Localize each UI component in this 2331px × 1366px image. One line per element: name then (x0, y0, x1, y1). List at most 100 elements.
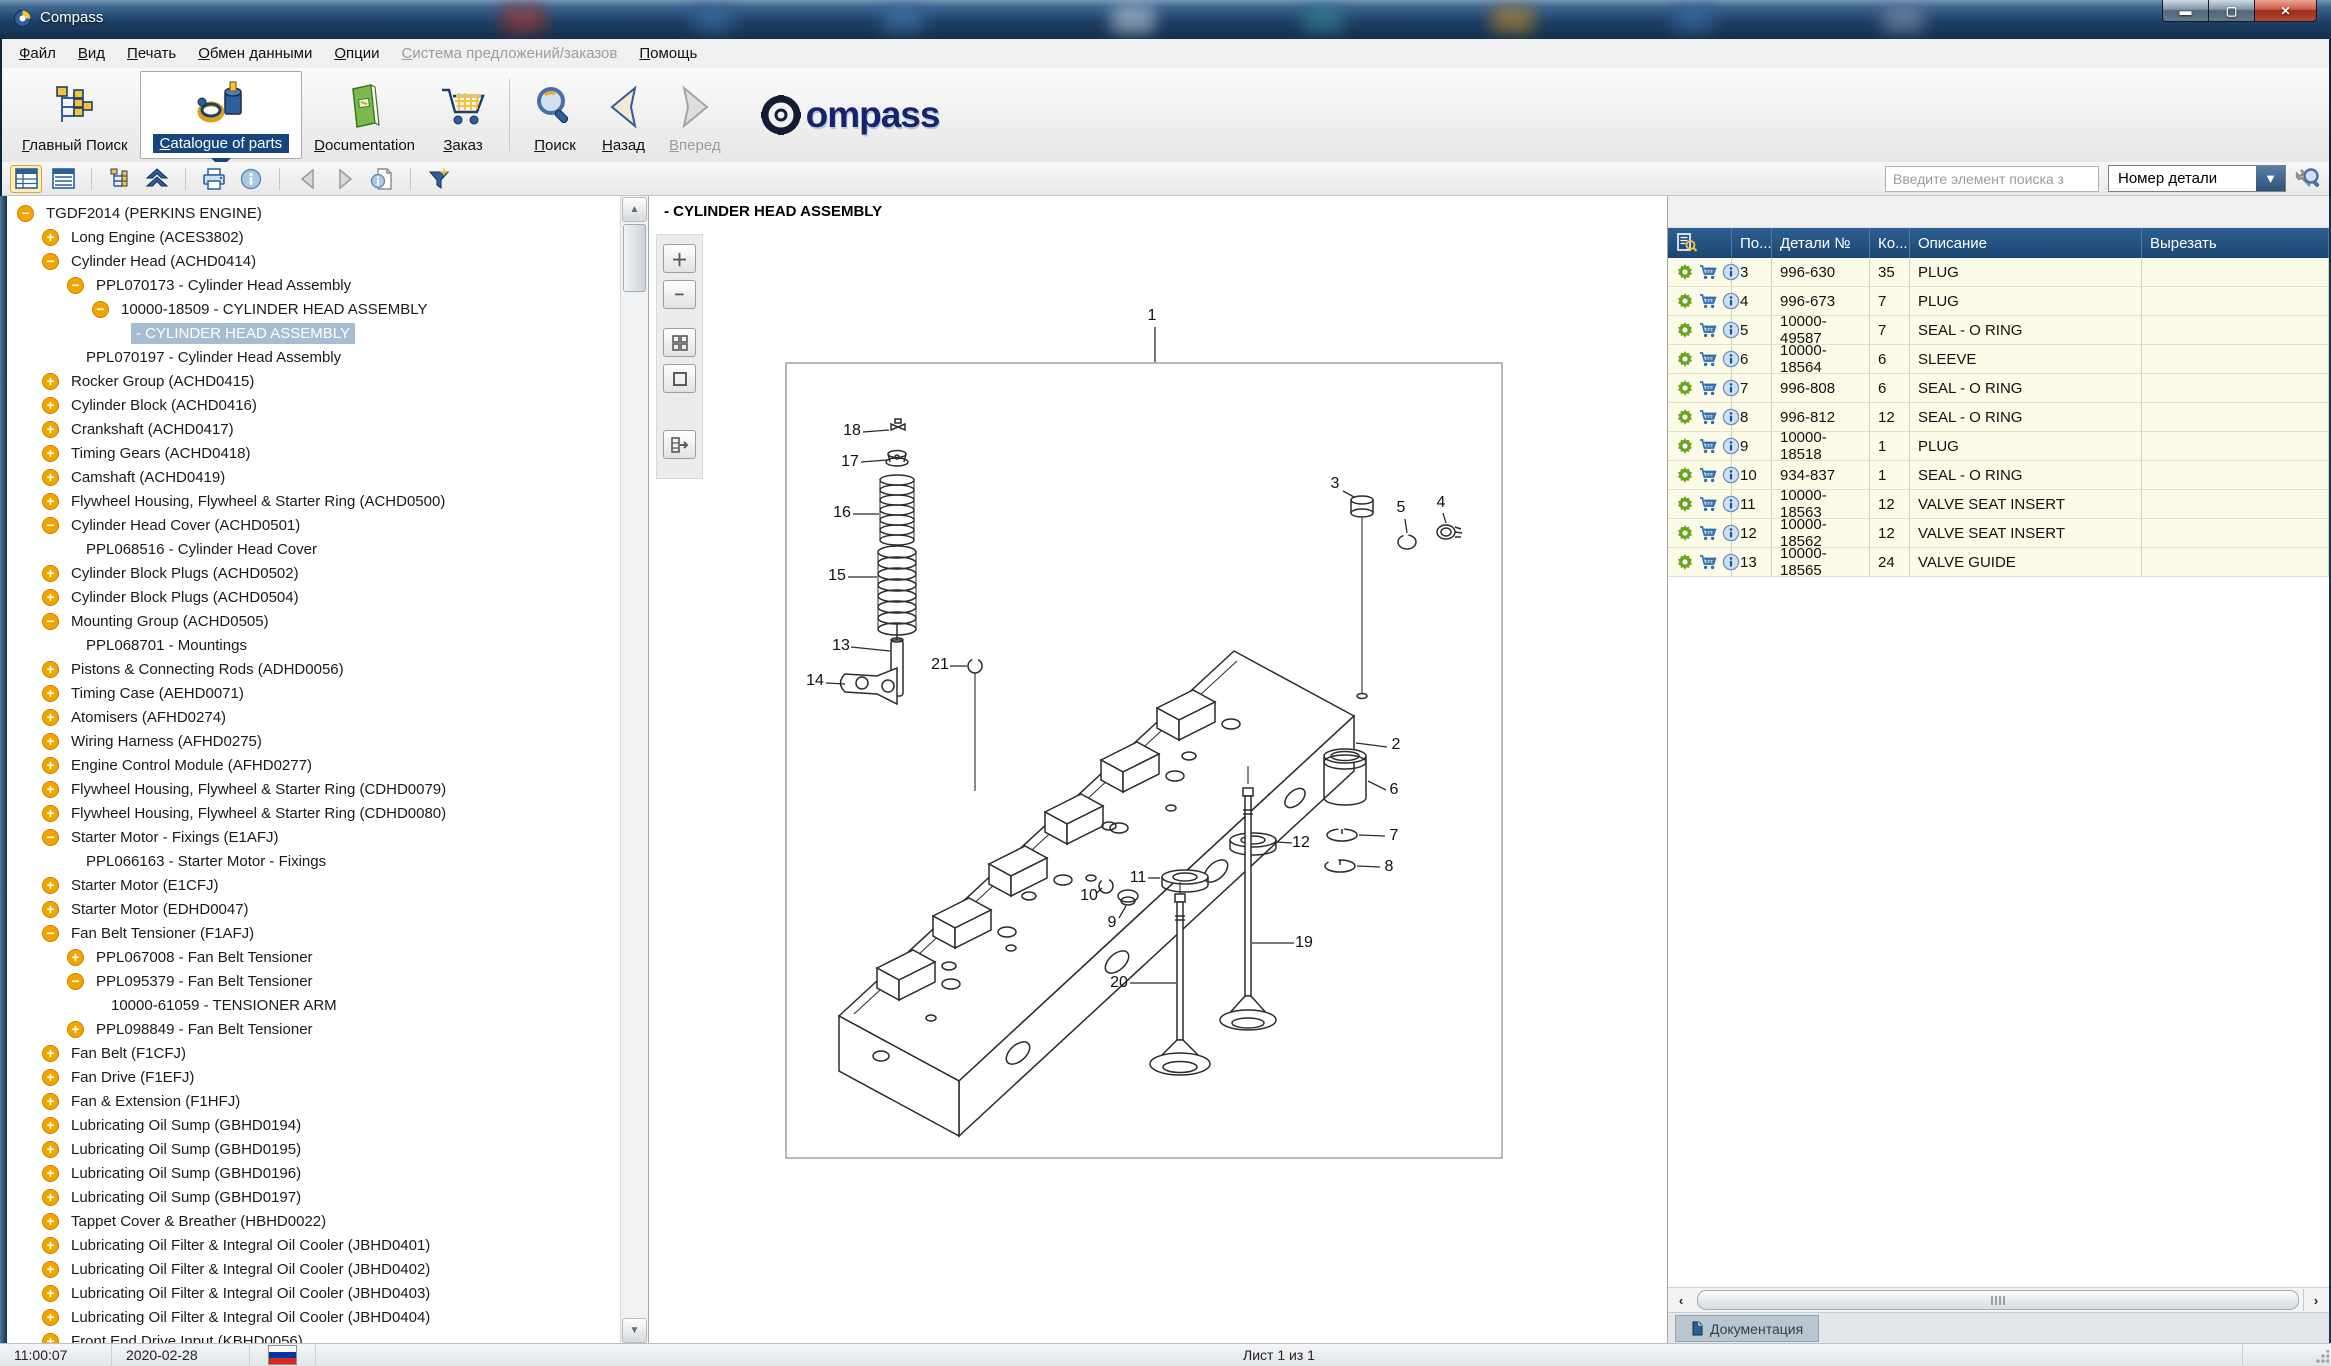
table-row[interactable]: 610000-185646SLEEVE (1668, 345, 2329, 374)
expand-toggle-icon[interactable]: + (67, 1021, 84, 1038)
maximize-button[interactable]: ▢ (2208, 0, 2255, 22)
expand-toggle-icon[interactable]: + (42, 1237, 59, 1254)
expand-toggle-icon[interactable]: + (42, 661, 59, 678)
table-view-button[interactable] (10, 165, 42, 193)
tree-item[interactable]: +Lubricating Oil Sump (GBHD0194) (7, 1113, 620, 1137)
scroll-down-button[interactable]: ▼ (622, 1318, 647, 1343)
cart-icon[interactable] (1699, 524, 1717, 542)
cart-icon[interactable] (1699, 495, 1717, 513)
tree-item[interactable]: +Pistons & Connecting Rods (ADHD0056) (7, 657, 620, 681)
table-row[interactable]: 7996-8086SEAL - O RING (1668, 374, 2329, 403)
expand-toggle-icon[interactable]: + (42, 1261, 59, 1278)
tree-item[interactable]: +Timing Gears (ACHD0418) (7, 441, 620, 465)
fit-page-button[interactable] (663, 364, 696, 393)
search-field-dropdown[interactable]: Номер детали ▼ (2108, 165, 2286, 192)
scroll-left-button[interactable]: ‹ (1669, 1289, 1693, 1311)
exploded-view-diagram[interactable]: 123456789101112131415161718192021 (649, 196, 1667, 1344)
expand-toggle-icon[interactable]: + (42, 1117, 59, 1134)
tree-item[interactable]: −Mounting Group (ACHD0505) (7, 609, 620, 633)
table-horizontal-scrollbar[interactable]: ‹ › (1668, 1287, 2329, 1312)
header-part-number-column[interactable]: Детали № (1772, 228, 1870, 258)
tree-item[interactable]: +Tappet Cover & Breather (HBHD0022) (7, 1209, 620, 1233)
tree-item[interactable]: +Lubricating Oil Sump (GBHD0195) (7, 1137, 620, 1161)
expand-toggle-icon[interactable]: + (42, 589, 59, 606)
table-row[interactable]: 1110000-1856312VALVE SEAT INSERT (1668, 490, 2329, 519)
documentation-tab[interactable]: Документация (1675, 1315, 1819, 1342)
cart-icon[interactable] (1699, 408, 1717, 426)
table-row[interactable]: 1310000-1856524VALVE GUIDE (1668, 548, 2329, 577)
tree-structure-button[interactable] (104, 165, 136, 193)
expand-toggle-icon[interactable]: + (67, 949, 84, 966)
info-button[interactable] (235, 165, 267, 193)
thumbnails-button[interactable] (663, 328, 696, 357)
collapse-toggle-icon[interactable]: − (42, 829, 59, 846)
add-to-order-gear-icon[interactable] (1676, 408, 1694, 426)
tree-item[interactable]: +Lubricating Oil Sump (GBHD0197) (7, 1185, 620, 1209)
collapse-all-button[interactable] (141, 165, 173, 193)
collapse-toggle-icon[interactable]: − (67, 277, 84, 294)
toggle-panel-button[interactable] (663, 430, 696, 459)
expand-toggle-icon[interactable]: + (42, 1309, 59, 1326)
expand-toggle-icon[interactable]: + (42, 1141, 59, 1158)
list-view-button[interactable] (47, 165, 79, 193)
tree-item[interactable]: PPL066163 - Starter Motor - Fixings (7, 849, 620, 873)
expand-toggle-icon[interactable]: + (42, 445, 59, 462)
cart-icon[interactable] (1699, 466, 1717, 484)
tree-item[interactable]: 10000-61059 - TENSIONER ARM (7, 993, 620, 1017)
forward-button[interactable]: Вперед (657, 71, 733, 159)
tree-item[interactable]: +Cylinder Block Plugs (ACHD0504) (7, 585, 620, 609)
scroll-right-button[interactable]: › (2303, 1289, 2328, 1311)
tree-item[interactable]: - CYLINDER HEAD ASSEMBLY (7, 321, 620, 345)
collapse-toggle-icon[interactable]: − (67, 973, 84, 990)
cart-icon[interactable] (1699, 379, 1717, 397)
chevron-down-icon[interactable]: ▼ (2256, 166, 2285, 191)
filter-button[interactable] (423, 165, 455, 193)
expand-toggle-icon[interactable]: + (42, 685, 59, 702)
expand-toggle-icon[interactable]: + (42, 733, 59, 750)
tree-item[interactable]: +Lubricating Oil Sump (GBHD0196) (7, 1161, 620, 1185)
tree-item[interactable]: −Cylinder Head (ACHD0414) (7, 249, 620, 273)
scrollbar-thumb[interactable] (1697, 1290, 2299, 1310)
catalogue-of-parts-button[interactable]: Catalogue of parts (140, 71, 303, 159)
cart-icon[interactable] (1699, 292, 1717, 310)
next-sheet-button[interactable] (329, 165, 361, 193)
add-to-order-gear-icon[interactable] (1676, 292, 1694, 310)
add-to-order-gear-icon[interactable] (1676, 379, 1694, 397)
scroll-up-button[interactable]: ▲ (622, 197, 647, 222)
tree-item[interactable]: +Flywheel Housing, Flywheel & Starter Ri… (7, 489, 620, 513)
menu-item[interactable]: Опции (323, 41, 390, 66)
print-button[interactable] (198, 165, 230, 193)
tree-item[interactable]: −Cylinder Head Cover (ACHD0501) (7, 513, 620, 537)
menu-item[interactable]: Файл (8, 41, 67, 66)
header-cut-column[interactable]: Вырезать (2142, 228, 2329, 258)
tree-item[interactable]: +Fan Drive (F1EFJ) (7, 1065, 620, 1089)
add-to-order-gear-icon[interactable] (1676, 524, 1694, 542)
expand-toggle-icon[interactable]: + (42, 373, 59, 390)
close-button[interactable]: ✕ (2254, 0, 2317, 22)
tree-item[interactable]: +Engine Control Module (AFHD0277) (7, 753, 620, 777)
tree-item[interactable]: +Flywheel Housing, Flywheel & Starter Ri… (7, 777, 620, 801)
tree-item[interactable]: +PPL067008 - Fan Belt Tensioner (7, 945, 620, 969)
table-row[interactable]: 510000-495877SEAL - O RING (1668, 316, 2329, 345)
tree-item[interactable]: +Fan Belt (F1CFJ) (7, 1041, 620, 1065)
expand-toggle-icon[interactable]: + (42, 469, 59, 486)
tree-item[interactable]: +Lubricating Oil Filter & Integral Oil C… (7, 1281, 620, 1305)
document-info-button[interactable] (366, 165, 398, 193)
collapse-toggle-icon[interactable]: − (92, 301, 109, 318)
tree-item[interactable]: +Lubricating Oil Filter & Integral Oil C… (7, 1305, 620, 1329)
tree-item[interactable]: +Cylinder Block (ACHD0416) (7, 393, 620, 417)
tree-item[interactable]: +Cylinder Block Plugs (ACHD0502) (7, 561, 620, 585)
tree-item[interactable]: +Lubricating Oil Filter & Integral Oil C… (7, 1257, 620, 1281)
cart-icon[interactable] (1699, 350, 1717, 368)
tree-item[interactable]: +Atomisers (AFHD0274) (7, 705, 620, 729)
expand-toggle-icon[interactable]: + (42, 901, 59, 918)
table-row[interactable]: 1210000-1856212VALVE SEAT INSERT (1668, 519, 2329, 548)
order-button[interactable]: Заказ (427, 71, 499, 159)
expand-toggle-icon[interactable]: + (42, 805, 59, 822)
collapse-toggle-icon[interactable]: − (42, 613, 59, 630)
tree-item[interactable]: +Flywheel Housing, Flywheel & Starter Ri… (7, 801, 620, 825)
tree-item[interactable]: −TGDF2014 (PERKINS ENGINE) (7, 201, 620, 225)
previous-sheet-button[interactable] (292, 165, 324, 193)
expand-toggle-icon[interactable]: + (42, 1213, 59, 1230)
tree-item[interactable]: −PPL095379 - Fan Belt Tensioner (7, 969, 620, 993)
